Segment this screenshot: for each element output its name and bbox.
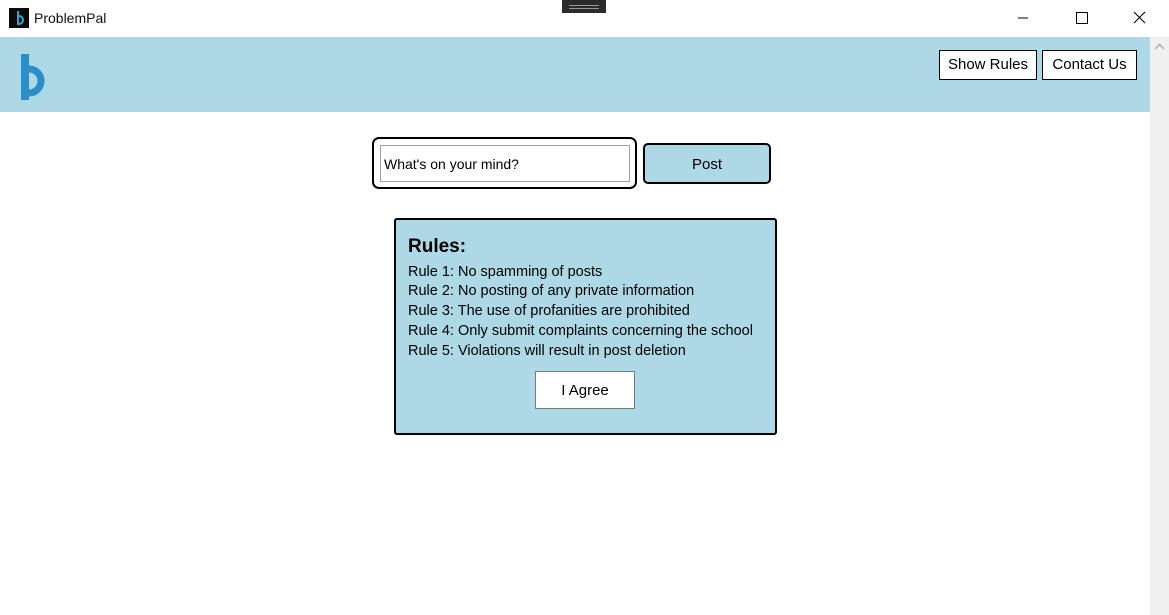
chevron-up-icon xyxy=(1154,43,1165,50)
app-icon xyxy=(9,8,29,28)
rules-panel: Rules: Rule 1: No spamming of posts Rule… xyxy=(394,218,777,435)
rule-item: Rule 1: No spamming of posts xyxy=(408,264,603,280)
close-icon xyxy=(1133,11,1146,24)
maximize-button[interactable] xyxy=(1052,0,1110,36)
drag-handle[interactable] xyxy=(562,0,606,13)
contact-us-button[interactable]: Contact Us xyxy=(1042,50,1137,80)
post-input[interactable] xyxy=(380,145,630,182)
agree-button[interactable]: I Agree xyxy=(535,371,635,409)
app-header: Show Rules Contact Us xyxy=(0,37,1150,112)
minimize-button[interactable] xyxy=(994,0,1052,36)
vertical-scrollbar[interactable] xyxy=(1150,37,1169,615)
rule-item: Rule 5: Violations will result in post d… xyxy=(408,343,686,359)
post-composer xyxy=(372,137,637,189)
show-rules-button[interactable]: Show Rules xyxy=(939,50,1037,80)
rule-item: Rule 3: The use of profanities are prohi… xyxy=(408,303,690,319)
rules-title: Rules: xyxy=(408,236,467,257)
rule-item: Rule 2: No posting of any private inform… xyxy=(408,283,695,299)
rule-item: Rule 4: Only submit complaints concernin… xyxy=(408,323,753,339)
close-button[interactable] xyxy=(1110,0,1168,36)
scroll-up-button[interactable] xyxy=(1150,37,1169,57)
minimize-icon xyxy=(1018,17,1028,19)
problempal-logo-icon xyxy=(19,54,47,107)
window-title: ProblemPal xyxy=(34,10,107,26)
maximize-icon xyxy=(1076,12,1088,24)
post-button[interactable]: Post xyxy=(643,143,771,184)
title-bar[interactable]: ProblemPal xyxy=(0,0,1169,37)
